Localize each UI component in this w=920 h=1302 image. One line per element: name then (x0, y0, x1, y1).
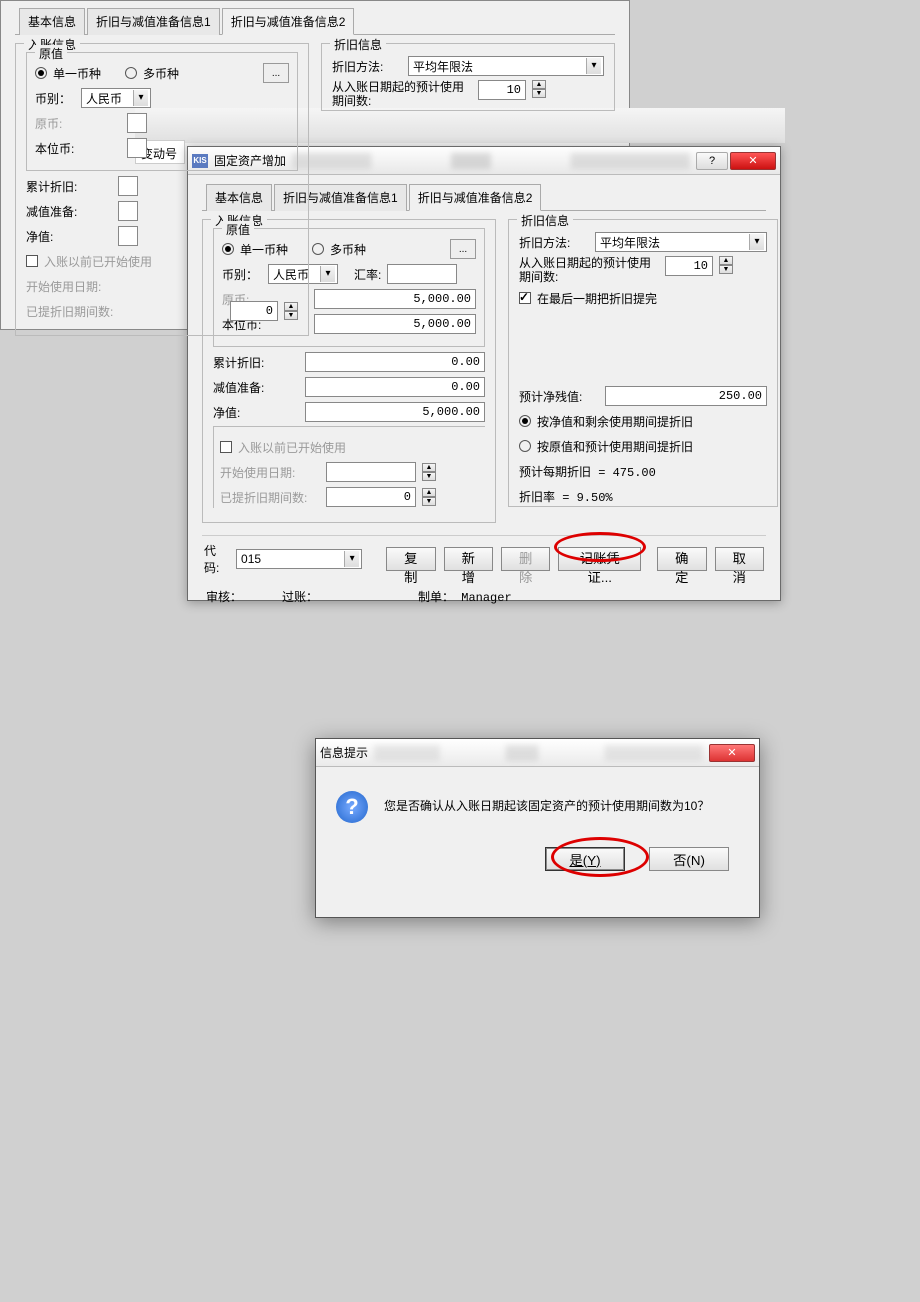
depr-method-select-2[interactable]: 平均年限法 (408, 56, 604, 76)
tab-depr-info-2[interactable]: 折旧与减值准备信息2 (409, 184, 542, 211)
currency-browse-button[interactable]: ... (450, 239, 476, 259)
impairment-label: 减值准备: (213, 379, 299, 396)
cancel-button[interactable]: 取消 (715, 547, 764, 571)
multi-currency-radio-2[interactable] (125, 67, 137, 79)
salvage-label: 预计净残值: (519, 388, 599, 405)
no-button[interactable]: 否(N) (649, 847, 729, 871)
delete-button[interactable]: 删除 (501, 547, 550, 571)
acc-depr-label: 累计折旧: (213, 354, 299, 371)
last-period-label: 在最后一期把折旧提完 (537, 290, 657, 307)
depr-method-select[interactable]: 平均年限法 (595, 232, 767, 252)
by-net-radio[interactable] (519, 415, 531, 427)
modal-titlebar[interactable]: 信息提示 ✕ (316, 739, 759, 767)
help-button[interactable]: ? (696, 152, 728, 170)
currency-select-2[interactable]: 人民币 (81, 88, 151, 108)
by-net-label: 按净值和剩余使用期间提折旧 (537, 413, 693, 430)
modal-title-blur (374, 745, 703, 761)
rate-label: 汇率: (354, 266, 381, 283)
modal-close-button[interactable]: ✕ (709, 744, 755, 762)
tab2-depr-info-1[interactable]: 折旧与减值准备信息1 (87, 8, 220, 35)
depr-periods-done-input[interactable] (326, 487, 416, 507)
single-currency-radio-2[interactable] (35, 67, 47, 79)
est-periods-label: 从入账日期起的预计使用期间数: (519, 256, 659, 284)
rate-input[interactable] (387, 264, 457, 284)
est-periods-spinner[interactable]: ▲▼ (719, 256, 733, 274)
modal-title: 信息提示 (320, 744, 368, 761)
used-before-checkbox-2[interactable] (26, 255, 38, 267)
depr-info-group-2: 折旧信息 折旧方法: 平均年限法 从入账日期起的预计使用期间数: ▲▼ (321, 43, 615, 111)
yes-button[interactable]: 是(Y) (545, 847, 625, 871)
maker-label: 制单： (418, 591, 454, 605)
ok-button[interactable]: 确定 (657, 547, 706, 571)
copy-button[interactable]: 复制 (386, 547, 435, 571)
acc-depr-input[interactable] (305, 352, 485, 372)
per-period-text: 预计每期折旧 = 475.00 (519, 460, 767, 482)
used-before-label: 入账以前已开始使用 (238, 439, 346, 456)
used-before-checkbox[interactable] (220, 441, 232, 453)
depr-rate-text: 折旧率 = 9.50% (519, 485, 767, 507)
code-select[interactable]: 015 (236, 549, 362, 569)
last-period-checkbox[interactable] (519, 292, 531, 304)
depr-periods-spinner[interactable]: ▲▼ (422, 488, 436, 506)
modal-message: 您是否确认从入账日期起该固定资产的预计使用期间数为10？ (384, 791, 709, 814)
start-date-label: 开始使用日期: (220, 464, 320, 481)
by-orig-radio[interactable] (519, 440, 531, 452)
depr-info-group: 折旧信息 折旧方法: 平均年限法 从入账日期起的预计使用期间数: ▲▼ 在最后一… (508, 219, 778, 507)
confirm-dialog: 信息提示 ✕ ? 您是否确认从入账日期起该固定资产的预计使用期间数为10？ 是(… (315, 738, 760, 918)
start-date-spinner[interactable]: ▲▼ (422, 463, 436, 481)
by-orig-label: 按原值和预计使用期间提折旧 (537, 438, 693, 455)
depr-info-legend: 折旧信息 (517, 212, 573, 229)
multi-currency-radio[interactable] (312, 243, 324, 255)
question-icon: ? (336, 791, 368, 823)
tab2-basic-info[interactable]: 基本信息 (19, 8, 85, 35)
new-button[interactable]: 新增 (444, 547, 493, 571)
start-date-input[interactable] (326, 462, 416, 482)
impairment-input[interactable] (305, 377, 485, 397)
multi-currency-label: 多币种 (330, 241, 366, 258)
currency-browse-2[interactable]: ... (263, 63, 289, 83)
salvage-input[interactable] (605, 386, 767, 406)
code-label: 代码: (204, 542, 228, 576)
voucher-button[interactable]: 记账凭证... (558, 547, 641, 571)
title-blur (292, 153, 690, 169)
entry-info-group-2: 入账信息 原值 单一币种 多币种 ... 币 (15, 43, 309, 336)
est-periods-input-2[interactable] (478, 80, 526, 100)
depr-periods-done-label: 已提折旧期间数: (220, 489, 320, 506)
post-label: 过账： (282, 591, 318, 605)
net-value-input[interactable] (305, 402, 485, 422)
close-button[interactable]: ✕ (730, 152, 776, 170)
net-value-label: 净值: (213, 404, 299, 421)
orig-amount-input[interactable] (314, 289, 476, 309)
depr-method-label: 折旧方法: (519, 234, 589, 251)
used-before-group: 入账以前已开始使用 开始使用日期: ▲▼ 已提折旧期间数: ▲▼ (213, 426, 485, 508)
base-amount-input[interactable] (314, 314, 476, 334)
tab2-depr-info-2[interactable]: 折旧与减值准备信息2 (222, 8, 355, 35)
audit-label: 审核： (206, 591, 242, 605)
est-periods-input[interactable] (665, 256, 713, 276)
tabs-2: 基本信息 折旧与减值准备信息1 折旧与减值准备信息2 (15, 7, 615, 35)
maker-value: Manager (461, 591, 511, 605)
